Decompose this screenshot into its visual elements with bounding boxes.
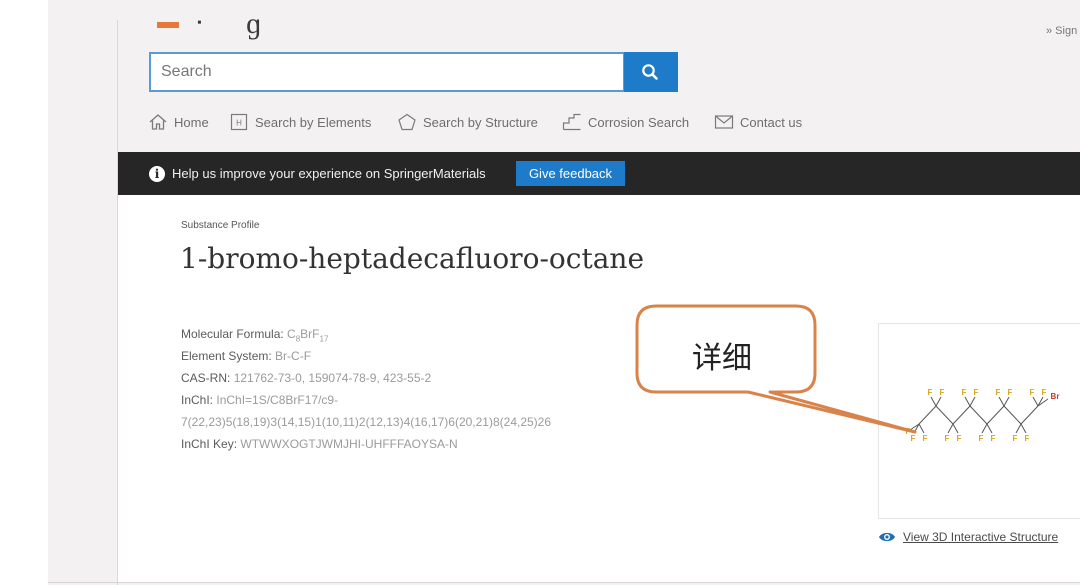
callout-text: 详细 bbox=[692, 341, 752, 376]
bottom-border bbox=[48, 582, 1080, 583]
callout-bubble bbox=[635, 304, 917, 434]
callout-overlay bbox=[635, 304, 917, 434]
